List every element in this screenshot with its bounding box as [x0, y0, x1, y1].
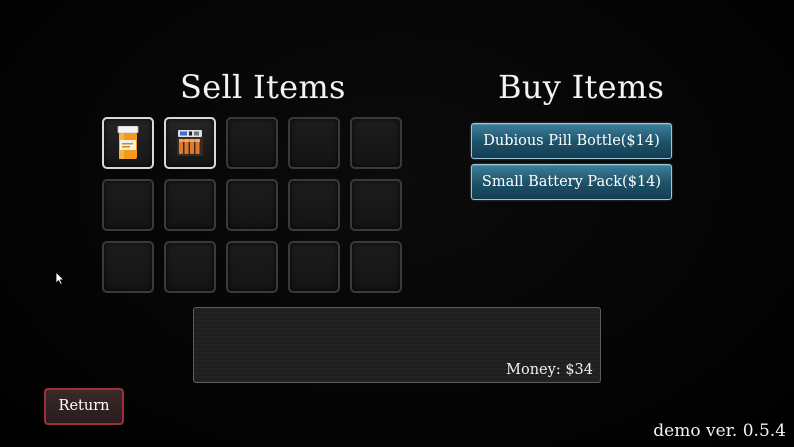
- sell-slot-empty[interactable]: [164, 179, 216, 231]
- sell-slot-empty[interactable]: [226, 179, 278, 231]
- sell-slot[interactable]: [164, 117, 216, 169]
- return-button[interactable]: Return: [44, 388, 124, 425]
- version-label: demo ver. 0.5.4: [653, 421, 786, 441]
- info-panel: Money: $34: [193, 307, 601, 383]
- sell-slot-empty[interactable]: [350, 179, 402, 231]
- battery-pack-icon: [177, 130, 203, 156]
- sell-slot-empty[interactable]: [350, 117, 402, 169]
- sell-slot-empty[interactable]: [288, 117, 340, 169]
- sell-slot-empty[interactable]: [226, 117, 278, 169]
- buy-pill-bottle-button[interactable]: Dubious Pill Bottle($14): [471, 123, 672, 159]
- buy-items-title: Buy Items: [498, 68, 665, 106]
- sell-slot-empty[interactable]: [226, 241, 278, 293]
- money-label: Money: $34: [506, 362, 593, 378]
- sell-slot-empty[interactable]: [288, 179, 340, 231]
- shop-screen: Sell Items Buy Items Dubious Pill Bottle…: [0, 0, 794, 447]
- sell-slot-empty[interactable]: [288, 241, 340, 293]
- sell-slot-empty[interactable]: [164, 241, 216, 293]
- sell-slot-empty[interactable]: [350, 241, 402, 293]
- sell-slot-empty[interactable]: [102, 241, 154, 293]
- pill-bottle-icon: [117, 126, 139, 159]
- sell-slot[interactable]: [102, 117, 154, 169]
- mouse-cursor-icon: [55, 271, 65, 285]
- sell-items-title: Sell Items: [180, 68, 346, 106]
- sell-inventory-grid: [102, 117, 402, 293]
- buy-battery-pack-button[interactable]: Small Battery Pack($14): [471, 164, 672, 200]
- sell-slot-empty[interactable]: [102, 179, 154, 231]
